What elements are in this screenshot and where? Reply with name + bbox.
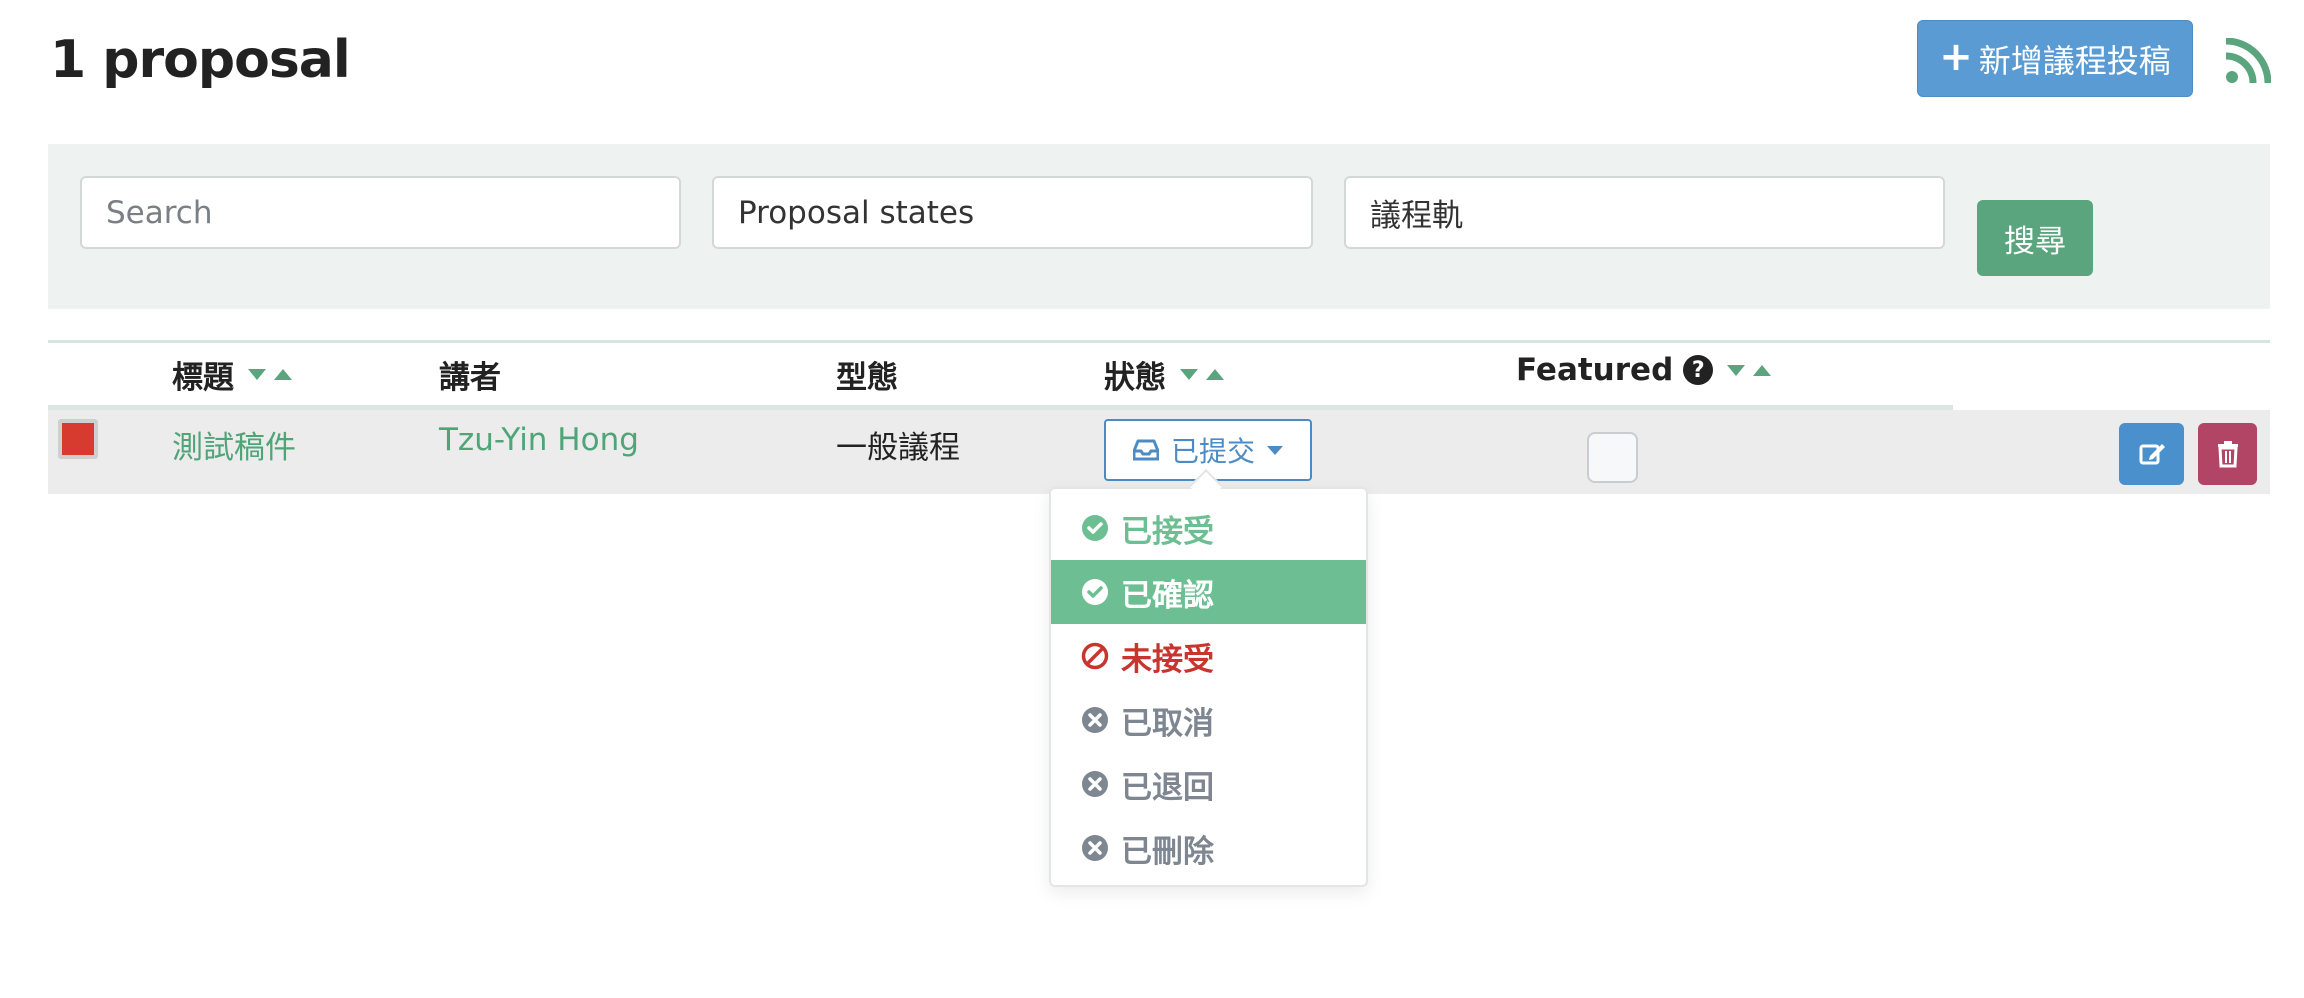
plus-icon: + [1939,33,1973,80]
header-speaker-label: 講者 [439,360,501,396]
search-input[interactable]: Search [80,176,681,249]
featured-checkbox[interactable] [1587,432,1638,483]
edit-button[interactable] [2119,423,2184,485]
color-swatch [62,423,94,455]
status-option-cancelled[interactable]: 已取消 [1051,688,1366,752]
status-option-rejected[interactable]: 未接受 [1051,624,1366,688]
status-option-label: 已刪除 [1121,833,1214,870]
x-circle-icon [1082,707,1108,733]
x-circle-icon [1082,835,1108,861]
question-circle-icon[interactable]: ? [1683,355,1714,385]
check-circle-icon [1082,579,1108,605]
header-status[interactable]: 狀態 [1104,352,1224,397]
speaker-link[interactable]: Tzu-Yin Hong [439,422,639,458]
search-button[interactable]: 搜尋 [1977,200,2093,276]
track-select[interactable]: 議程軌 [1344,176,1945,249]
inbox-icon [1132,439,1159,461]
header-speaker: 講者 [439,352,501,397]
x-circle-icon [1082,771,1108,797]
header-title[interactable]: 標題 [172,352,292,397]
new-proposal-button[interactable]: + 新增議程投稿 [1917,20,2193,97]
ban-icon [1081,642,1109,670]
status-option-label: 已確認 [1121,577,1214,614]
status-option-confirmed[interactable]: 已確認 [1051,560,1366,624]
header-featured-label: Featured [1516,352,1674,388]
header-type-label: 型態 [836,360,898,396]
proposal-states-select[interactable]: Proposal states [712,176,1313,249]
status-option-label: 已取消 [1121,705,1214,742]
sort-icon[interactable] [248,369,292,380]
status-option-label: 未接受 [1121,641,1214,678]
rss-icon[interactable] [2225,38,2271,84]
sort-icon[interactable] [1180,369,1224,380]
status-label: 已提交 [1170,435,1255,468]
status-option-returned[interactable]: 已退回 [1051,752,1366,816]
chevron-down-icon [1267,445,1283,455]
proposal-title-link[interactable]: 測試稿件 [172,422,296,467]
proposal-type: 一般議程 [836,430,960,466]
header-title-label: 標題 [172,360,234,396]
trash-icon [2217,441,2238,468]
header-type: 型態 [836,352,898,397]
header-featured[interactable]: Featured ? [1516,352,1772,388]
delete-button[interactable] [2198,423,2257,485]
status-option-deleted[interactable]: 已刪除 [1051,816,1366,880]
status-option-label: 已接受 [1121,513,1214,550]
check-circle-icon [1082,515,1108,541]
edit-icon [2139,444,2165,465]
status-option-label: 已退回 [1121,769,1214,806]
sort-icon[interactable] [1727,364,1772,376]
header-status-label: 狀態 [1104,360,1166,396]
status-option-accepted[interactable]: 已接受 [1051,496,1366,560]
page-title: 1 proposal [50,30,351,90]
new-proposal-label: 新增議程投稿 [1978,41,2171,80]
table-top-border [48,340,2270,343]
